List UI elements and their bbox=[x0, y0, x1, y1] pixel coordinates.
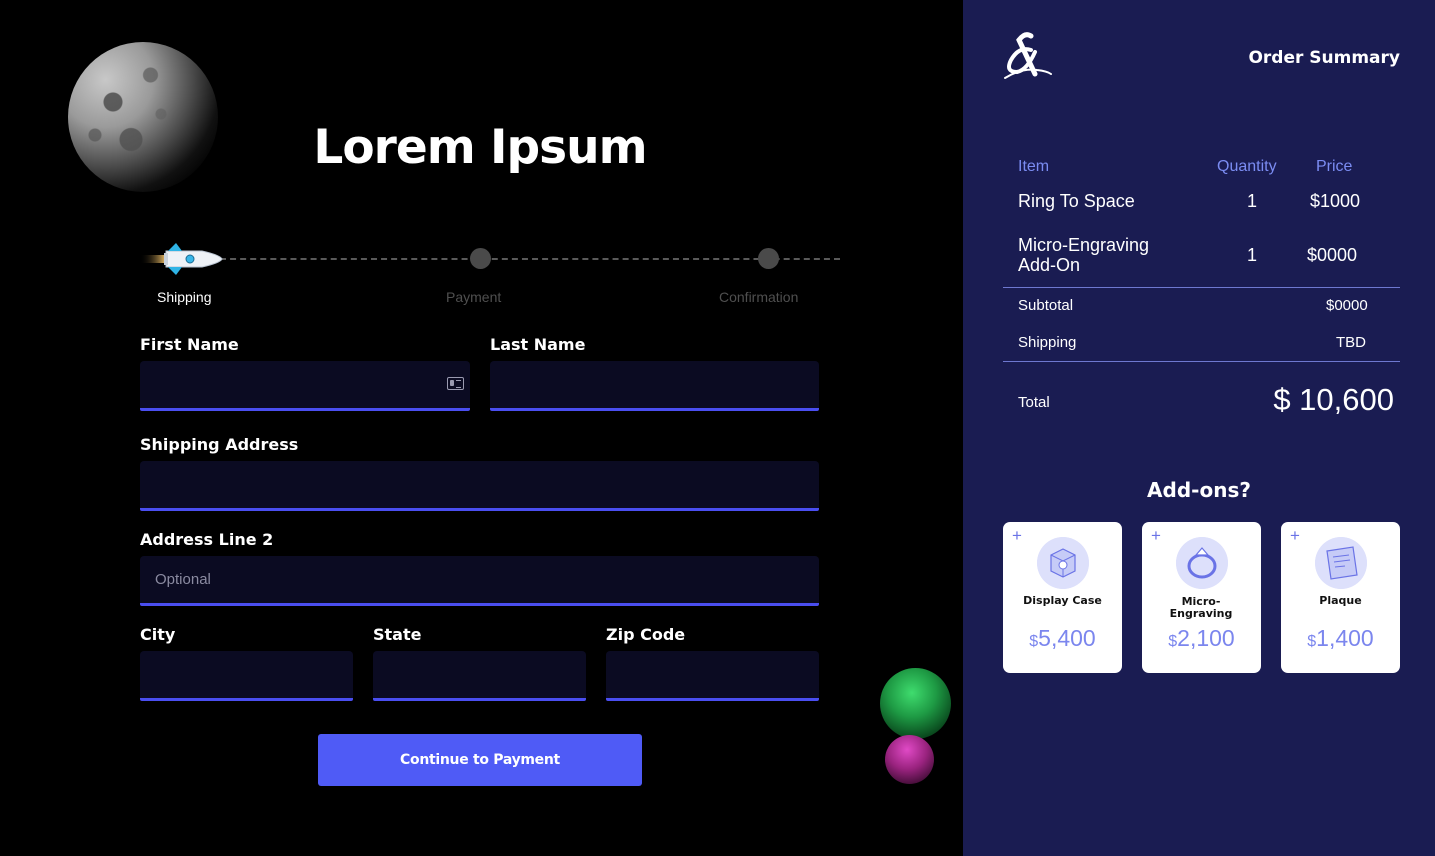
last-name-field[interactable] bbox=[490, 361, 819, 411]
column-header-quantity: Quantity bbox=[1217, 158, 1277, 175]
addon-card-plaque[interactable]: + Plaque $1,400 bbox=[1281, 522, 1400, 673]
addons-title: Add-ons? bbox=[1147, 478, 1251, 502]
addon-name: Plaque bbox=[1319, 594, 1362, 607]
display-case-icon bbox=[1037, 537, 1089, 589]
line-item-quantity: 1 bbox=[1247, 191, 1258, 211]
line-item-name: Micro-Engraving Add-On bbox=[1018, 235, 1150, 275]
zip-code-field[interactable] bbox=[606, 651, 819, 701]
shipping-address-field[interactable] bbox=[140, 461, 819, 511]
addon-name: Display Case bbox=[1023, 594, 1102, 607]
progress-track bbox=[220, 258, 840, 260]
address-line2-label: Address Line 2 bbox=[140, 530, 274, 549]
checkout-panel: Lorem Ipsum Shipping Payment Confirmatio… bbox=[0, 0, 963, 856]
checkout-progress: Shipping Payment Confirmation bbox=[140, 240, 840, 310]
plus-icon[interactable]: + bbox=[1151, 526, 1161, 546]
divider bbox=[1003, 361, 1400, 362]
city-label: City bbox=[140, 625, 176, 644]
step-dot-payment bbox=[470, 248, 491, 269]
plus-icon[interactable]: + bbox=[1012, 526, 1022, 546]
first-name-field[interactable] bbox=[140, 361, 470, 411]
addon-card-display-case[interactable]: + Display Case $5,400 bbox=[1003, 522, 1122, 673]
total-label: Total bbox=[1018, 394, 1050, 411]
divider bbox=[1003, 287, 1400, 288]
addon-price: $1,400 bbox=[1307, 625, 1374, 651]
shipping-label: Shipping bbox=[1018, 334, 1077, 351]
step-confirmation[interactable]: Confirmation bbox=[719, 289, 798, 305]
page-title: Lorem Ipsum bbox=[313, 120, 647, 175]
pink-planet-orb bbox=[885, 735, 934, 784]
brand-logo-icon bbox=[1004, 32, 1052, 79]
address-line2-placeholder: Optional bbox=[155, 571, 211, 588]
contact-card-icon[interactable] bbox=[447, 377, 464, 390]
order-summary-title: Order Summary bbox=[1248, 48, 1400, 68]
addon-name: Micro-Engraving bbox=[1169, 595, 1233, 620]
rocket-icon bbox=[140, 243, 223, 275]
plaque-icon bbox=[1315, 537, 1367, 589]
shipping-address-label: Shipping Address bbox=[140, 435, 299, 454]
total-value: $ 10,600 bbox=[1273, 382, 1394, 417]
state-label: State bbox=[373, 625, 422, 644]
column-header-price: Price bbox=[1316, 158, 1353, 175]
continue-to-payment-button[interactable]: Continue to Payment bbox=[318, 734, 642, 786]
first-name-label: First Name bbox=[140, 335, 239, 354]
ring-icon bbox=[1176, 537, 1228, 589]
state-field[interactable] bbox=[373, 651, 586, 701]
subtotal-label: Subtotal bbox=[1018, 297, 1074, 314]
step-shipping[interactable]: Shipping bbox=[157, 289, 212, 305]
order-summary-panel: Order Summary Item Quantity Price Ring T… bbox=[963, 0, 1435, 856]
city-field[interactable] bbox=[140, 651, 353, 701]
addon-price: $2,100 bbox=[1168, 625, 1235, 651]
subtotal-value: $0000 bbox=[1326, 297, 1368, 314]
step-dot-confirmation bbox=[758, 248, 779, 269]
line-item-price: $1000 bbox=[1310, 191, 1361, 211]
line-item-price: $0000 bbox=[1307, 245, 1358, 265]
addon-price: $5,400 bbox=[1029, 625, 1096, 651]
shipping-value: TBD bbox=[1336, 334, 1366, 351]
step-payment[interactable]: Payment bbox=[446, 289, 501, 305]
line-item-name: Ring To Space bbox=[1018, 191, 1135, 211]
line-item-quantity: 1 bbox=[1247, 245, 1258, 265]
last-name-label: Last Name bbox=[490, 335, 586, 354]
addon-card-micro-engraving[interactable]: + Micro-Engraving $2,100 bbox=[1142, 522, 1261, 673]
zip-code-label: Zip Code bbox=[606, 625, 686, 644]
plus-icon[interactable]: + bbox=[1290, 526, 1300, 546]
column-header-item: Item bbox=[1018, 158, 1050, 175]
address-line2-field[interactable]: Optional bbox=[140, 556, 819, 606]
green-planet-orb bbox=[880, 668, 951, 739]
